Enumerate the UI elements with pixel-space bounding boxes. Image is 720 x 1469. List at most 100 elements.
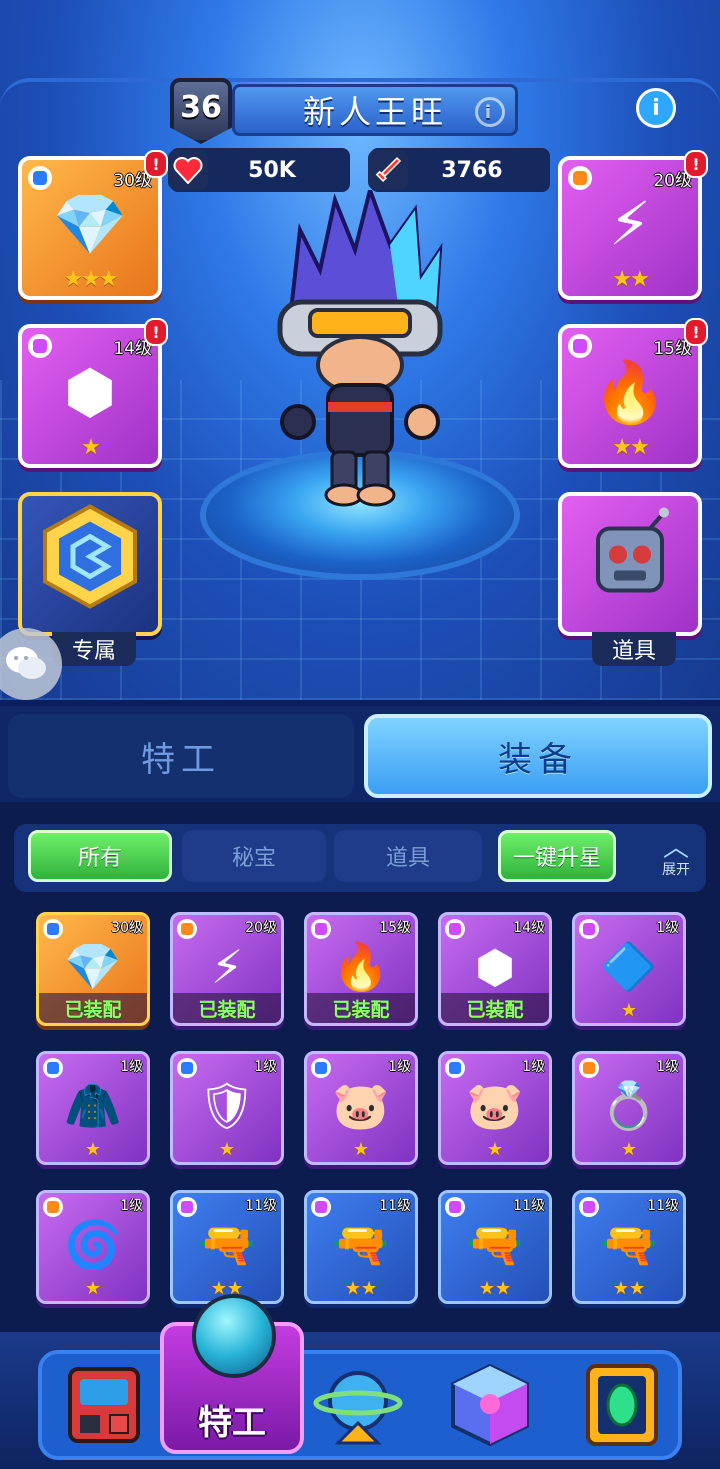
- emerald-frame-icon[interactable]: [574, 1360, 670, 1450]
- planet-icon[interactable]: [310, 1360, 406, 1450]
- equip-slot-gadget[interactable]: 道具: [558, 492, 702, 666]
- inventory-item[interactable]: 1级 🐷 ★: [304, 1051, 418, 1165]
- inventory-item[interactable]: 1级 🌀 ★: [36, 1190, 150, 1304]
- item-level: 1级: [656, 1059, 679, 1075]
- star-rating: ★★: [344, 1278, 378, 1299]
- item-level: 11级: [379, 1198, 411, 1214]
- hexagon-emblem-icon: [35, 502, 145, 627]
- inventory-item[interactable]: 11级 🔫 ★★: [438, 1190, 552, 1304]
- star-rating: ★: [620, 1139, 638, 1160]
- info-icon[interactable]: i: [636, 88, 676, 128]
- lightning-blade-icon: ⚡: [608, 189, 652, 260]
- equipped-badge: 已装配: [39, 993, 147, 1023]
- item-level: 1级: [522, 1059, 545, 1075]
- inventory-item[interactable]: 11级 🔫 ★★: [572, 1190, 686, 1304]
- player-name-bar: 新人王旺 i: [232, 84, 518, 136]
- inventory-item[interactable]: 14级 ⬢ 已装配: [438, 912, 552, 1026]
- hp-stat: 50K: [168, 148, 350, 192]
- rarity-icon: [579, 1197, 599, 1217]
- robot-gadget-icon: [580, 507, 680, 622]
- item-art-icon: 🛡: [197, 1078, 257, 1133]
- item-art-icon: 🐷: [332, 1078, 390, 1133]
- equipped-badge: 已装配: [173, 993, 281, 1023]
- inventory-item[interactable]: 1级 🔷 ★: [572, 912, 686, 1026]
- inventory-item[interactable]: 20级 ⚡ 已装配: [170, 912, 284, 1026]
- equip-slot-blade[interactable]: 20级 ! ⚡ ★★: [558, 150, 708, 300]
- alert-badge: !: [144, 150, 168, 178]
- alert-badge: !: [684, 150, 708, 178]
- armor-cube-icon: ⬢: [63, 357, 117, 428]
- rarity-icon: [177, 1197, 197, 1217]
- chevron-up-icon: ︿: [662, 833, 689, 863]
- hero-character[interactable]: [240, 183, 480, 520]
- tab-equipment[interactable]: 装备: [364, 714, 712, 798]
- item-level: 1级: [254, 1059, 277, 1075]
- arcade-machine-icon[interactable]: [56, 1360, 152, 1450]
- inventory-item[interactable]: 30级 💎 已装配: [36, 912, 150, 1026]
- item-level: 15级: [379, 920, 411, 936]
- filter-bar: 所有 秘宝 道具 一键升星 ︿ 展开: [14, 824, 706, 892]
- item-art-icon: 🔫: [198, 1217, 256, 1272]
- star-rating: ★★★: [63, 267, 118, 292]
- star-rating: ★: [84, 1278, 102, 1299]
- rarity-icon: [28, 166, 52, 190]
- item-level: 20级: [245, 920, 277, 936]
- crystal-blade-icon: 💎: [52, 189, 128, 260]
- nav-agent[interactable]: 特工: [160, 1294, 304, 1454]
- inventory-item[interactable]: 11级 🔫 ★★: [170, 1190, 284, 1304]
- rarity-icon: [177, 919, 197, 939]
- alert-badge: !: [684, 318, 708, 346]
- item-art-icon: 🔥: [332, 939, 390, 994]
- attack-stat: 3766: [368, 148, 550, 192]
- rarity-icon: [28, 334, 52, 358]
- player-name: 新人王旺: [302, 93, 447, 131]
- item-level: 14级: [513, 920, 545, 936]
- item-art-icon: 🌀: [64, 1217, 122, 1272]
- filter-item[interactable]: 道具: [334, 830, 482, 882]
- expand-button[interactable]: ︿ 展开: [646, 830, 706, 886]
- equip-slot-exclusive[interactable]: 专属: [18, 492, 162, 666]
- rarity-icon: [579, 1058, 599, 1078]
- filter-treasure[interactable]: 秘宝: [182, 830, 326, 882]
- alert-badge: !: [144, 318, 168, 346]
- item-level: 11级: [513, 1198, 545, 1214]
- name-info-icon[interactable]: i: [475, 97, 505, 127]
- star-rating: ★: [620, 1000, 638, 1021]
- rarity-icon: [177, 1058, 197, 1078]
- main-tabs: 特工 装备: [0, 706, 720, 802]
- star-rating: ★: [218, 1139, 236, 1160]
- star-rating: ★: [84, 1139, 102, 1160]
- inventory-panel: 所有 秘宝 道具 一键升星 ︿ 展开 30级 💎 已装配 20级 ⚡ 已装配 15级 🔥 已装配…: [0, 802, 720, 1332]
- item-art-icon: 🧥: [64, 1078, 122, 1133]
- equip-slot-flame[interactable]: 15级 ! 🔥 ★★: [558, 318, 708, 468]
- item-art-icon: 🐷: [466, 1078, 524, 1133]
- rarity-icon: [445, 919, 465, 939]
- star-rating: ★: [81, 435, 101, 460]
- item-art-icon: 💍: [600, 1078, 658, 1133]
- inventory-item[interactable]: 1级 💍 ★: [572, 1051, 686, 1165]
- inventory-item[interactable]: 1级 🛡 ★: [170, 1051, 284, 1165]
- heart-icon: [168, 150, 208, 190]
- star-rating: ★: [352, 1139, 370, 1160]
- inventory-item[interactable]: 1级 🐷 ★: [438, 1051, 552, 1165]
- equip-slot-armor[interactable]: 14级 ! ⬢ ★: [18, 318, 168, 468]
- filter-all[interactable]: 所有: [28, 830, 172, 882]
- rarity-icon: [311, 919, 331, 939]
- item-level: 11级: [647, 1198, 679, 1214]
- tab-agent[interactable]: 特工: [8, 714, 354, 798]
- inventory-item[interactable]: 11级 🔫 ★★: [304, 1190, 418, 1304]
- inventory-item[interactable]: 15级 🔥 已装配: [304, 912, 418, 1026]
- inventory-item[interactable]: 1级 🧥 ★: [36, 1051, 150, 1165]
- item-level: 11级: [245, 1198, 277, 1214]
- equip-slot-weapon[interactable]: 30级 ! 💎 ★★★: [18, 150, 168, 300]
- item-art-icon: 💎: [64, 939, 122, 994]
- star-rating: ★: [486, 1139, 504, 1160]
- rarity-icon: [579, 919, 599, 939]
- upgrade-all-button[interactable]: 一键升星: [498, 830, 616, 882]
- item-level: 1级: [656, 920, 679, 936]
- sword-icon: [368, 150, 408, 190]
- attack-value: 3766: [441, 157, 503, 183]
- star-rating: ★★: [612, 435, 649, 460]
- crystal-cube-icon[interactable]: [442, 1360, 538, 1450]
- item-level: 1级: [120, 1198, 143, 1214]
